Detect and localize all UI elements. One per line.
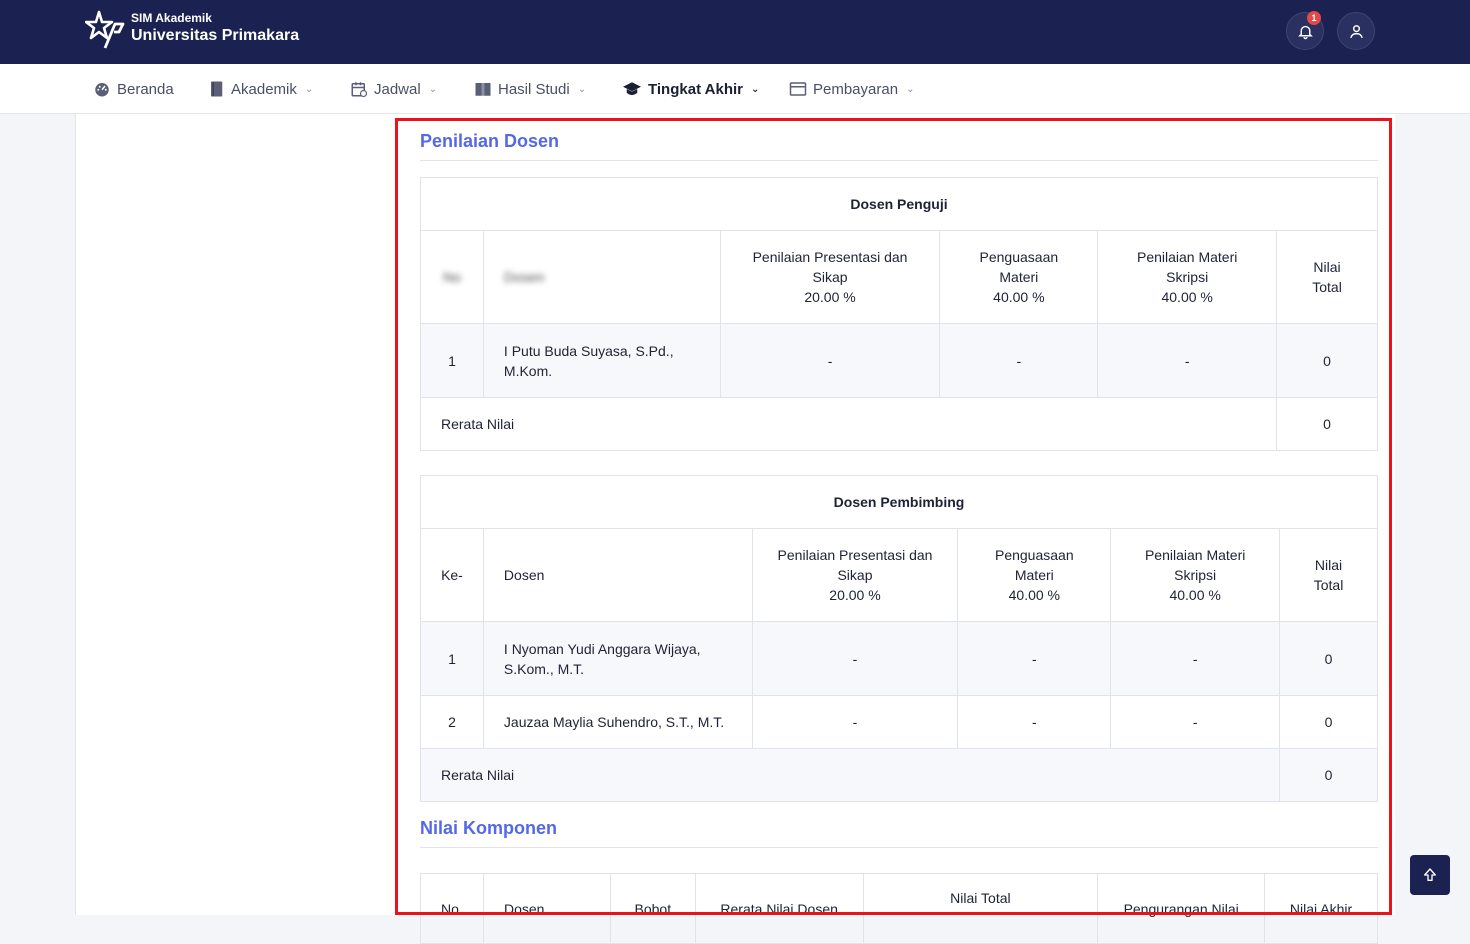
left-panel xyxy=(75,114,395,915)
penguji-table: Dosen Penguji No Dosen Penilaian Present… xyxy=(419,177,1378,451)
bell-icon xyxy=(1298,25,1313,40)
top-bar: SIM Akademik Universitas Primakara 1 xyxy=(0,0,1470,64)
chevron-down-icon: ⌄ xyxy=(428,83,438,95)
komponen-table: No Dosen Bobot Rerata Nilai Dosen Nilai … xyxy=(420,873,1378,944)
nav-item-akademik[interactable]: Akademik ⌄ xyxy=(209,78,313,100)
app-title[interactable]: Universitas Primakara xyxy=(131,27,299,45)
nav-item-jadwal[interactable]: Jadwal ⌄ xyxy=(350,78,437,100)
rerata-value: 0 xyxy=(1279,748,1378,802)
user-icon xyxy=(1350,25,1363,39)
chevron-down-icon: ⌄ xyxy=(906,83,915,95)
header-penguasaan: Penguasaan Materi 40.00 % xyxy=(957,528,1112,622)
nav-label-hasil-studi: Hasil Studi xyxy=(498,80,570,98)
penguji-group-title: Dosen Penguji xyxy=(420,177,1378,231)
main-nav: Beranda Akademik ⌄ Jadwal ⌄ Hasil Studi … xyxy=(0,64,1470,114)
nav-item-beranda[interactable]: Beranda xyxy=(93,78,174,100)
book-icon xyxy=(211,81,223,97)
nav-item-hasil-studi[interactable]: Hasil Studi ⌄ xyxy=(474,78,586,100)
header-no: No xyxy=(420,230,484,324)
table-row: 2 Jauzaa Maylia Suhendro, S.T., M.T. - -… xyxy=(420,695,1378,749)
rerata-label: Rerata Nilai xyxy=(419,397,1278,451)
cell-no: 2 xyxy=(420,695,484,749)
header-dosen: Dosen xyxy=(482,873,611,944)
pembimbing-group-title: Dosen Pembimbing xyxy=(420,475,1378,529)
cell-total: 0 xyxy=(1279,621,1378,696)
cell-dosen: I Putu Buda Suyasa, S.Pd., M.Kom. xyxy=(482,323,721,398)
rerata-label: Rerata Nilai xyxy=(419,748,1281,802)
cell-no: 1 xyxy=(420,621,484,696)
header-pengurangan: Pengurangan Nilai xyxy=(1097,873,1266,944)
chevron-down-icon: ⌄ xyxy=(577,83,587,95)
section-title-nilai-komponen: Nilai Komponen xyxy=(420,818,558,838)
cell-presentasi: - xyxy=(751,621,959,696)
cell-presentasi: - xyxy=(719,323,941,398)
rerata-row: Rerata Nilai 0 xyxy=(419,397,1378,451)
header-total: Nilai Total xyxy=(1276,230,1378,324)
section-divider xyxy=(420,847,1378,848)
header-nilai-akhir: Nilai Akhir xyxy=(1264,873,1378,944)
graduation-cap-icon xyxy=(623,82,641,95)
nav-label-akademik: Akademik xyxy=(231,80,297,98)
cell-penguasaan: - xyxy=(939,323,1099,398)
cell-materi: - xyxy=(1110,621,1281,696)
rerata-row: Rerata Nilai 0 xyxy=(419,748,1378,802)
header-bobot: Bobot xyxy=(609,873,696,944)
header-nilai-total: Nilai Total xyxy=(862,873,1099,944)
calendar-icon xyxy=(351,82,368,98)
cell-dosen: I Nyoman Yudi Anggara Wijaya, S.Kom., M.… xyxy=(482,621,753,696)
nav-label-tingkat-akhir: Tingkat Akhir xyxy=(648,80,744,98)
user-menu-button[interactable] xyxy=(1337,12,1375,50)
arrow-up-icon xyxy=(1424,868,1436,881)
rerata-value: 0 xyxy=(1276,397,1378,451)
table-row: 1 I Nyoman Yudi Anggara Wijaya, S.Kom., … xyxy=(420,621,1378,696)
pembimbing-table: Dosen Pembimbing Ke- Dosen Penilaian Pre… xyxy=(419,475,1378,802)
table-row: 1 I Putu Buda Suyasa, S.Pd., M.Kom. - - … xyxy=(420,323,1378,398)
section-title-penilaian-dosen: Penilaian Dosen xyxy=(420,131,560,151)
cell-no: 1 xyxy=(420,323,484,398)
header-materi: Penilaian Materi Skripsi 40.00 % xyxy=(1097,230,1278,324)
nav-label-pembayaran: Pembayaran xyxy=(813,80,899,98)
cell-penguasaan: - xyxy=(957,621,1112,696)
card-icon xyxy=(789,82,807,96)
cell-total: 0 xyxy=(1279,695,1378,749)
header-total: Nilai Total xyxy=(1279,528,1378,622)
header-presentasi: Penilaian Presentasi dan Sikap 20.00 % xyxy=(719,230,941,324)
university-logo-icon[interactable] xyxy=(85,10,125,50)
scroll-to-top-button[interactable] xyxy=(1410,855,1450,895)
cell-total: 0 xyxy=(1276,323,1378,398)
header-presentasi: Penilaian Presentasi dan Sikap 20.00 % xyxy=(751,528,959,622)
notification-button[interactable]: 1 xyxy=(1286,11,1324,50)
cell-dosen: Jauzaa Maylia Suhendro, S.T., M.T. xyxy=(482,695,753,749)
header-rerata: Rerata Nilai Dosen xyxy=(694,873,864,944)
header-dosen: Dosen xyxy=(482,230,721,324)
cell-materi: - xyxy=(1097,323,1278,398)
cell-presentasi: - xyxy=(751,695,959,749)
notification-badge: 1 xyxy=(1307,11,1321,25)
section-divider xyxy=(420,160,1378,161)
header-no: No xyxy=(420,873,484,944)
header-dosen: Dosen xyxy=(482,528,753,622)
app-subtitle: SIM Akademik xyxy=(131,11,212,25)
nav-label-jadwal: Jadwal xyxy=(374,80,421,98)
dashboard-icon xyxy=(95,83,109,97)
nav-label-beranda: Beranda xyxy=(117,80,174,98)
header-materi: Penilaian Materi Skripsi 40.00 % xyxy=(1110,528,1281,622)
open-book-icon xyxy=(475,83,491,96)
header-ke: Ke- xyxy=(420,528,484,622)
nav-item-pembayaran[interactable]: Pembayaran ⌄ xyxy=(789,78,914,100)
cell-materi: - xyxy=(1110,695,1281,749)
chevron-down-icon: ⌄ xyxy=(751,83,760,95)
cell-penguasaan: - xyxy=(957,695,1112,749)
chevron-down-icon: ⌄ xyxy=(304,83,314,95)
header-penguasaan: Penguasaan Materi 40.00 % xyxy=(939,230,1099,324)
nav-item-tingkat-akhir[interactable]: Tingkat Akhir ⌄ xyxy=(622,78,759,100)
